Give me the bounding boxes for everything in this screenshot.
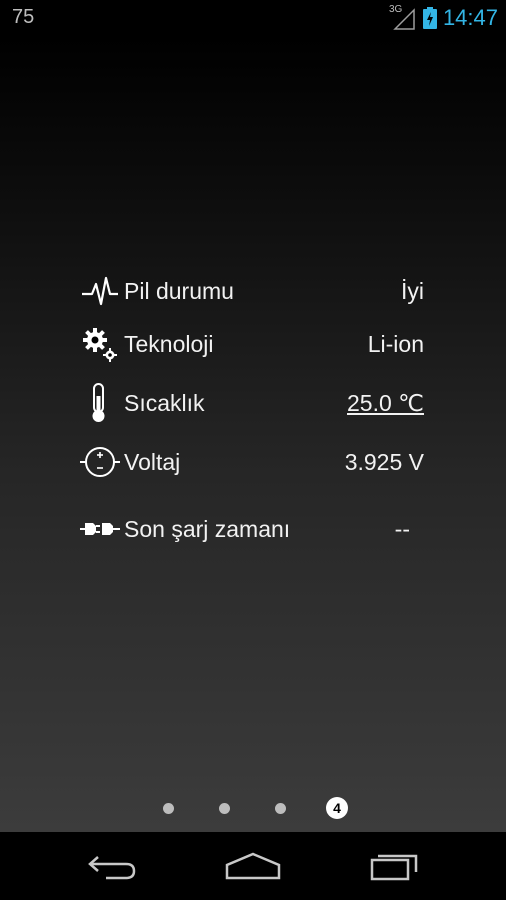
last-charge-value: -- <box>394 515 410 542</box>
voltage-value: 3.925 V <box>344 448 424 475</box>
page-dot-1[interactable] <box>163 803 174 814</box>
battery-health-value: İyi <box>401 277 424 304</box>
plug-icon <box>80 509 124 549</box>
gears-icon <box>80 324 124 364</box>
temperature-value[interactable]: 25.0 ℃ <box>347 390 424 417</box>
back-button[interactable] <box>82 850 142 882</box>
navigation-bar <box>0 832 506 900</box>
voltage-label: Voltaj <box>124 448 181 475</box>
page-dot-3[interactable] <box>275 803 286 814</box>
recents-button[interactable] <box>364 850 424 882</box>
heartbeat-icon <box>80 271 124 311</box>
battery-health-label: Pil durumu <box>124 277 234 304</box>
row-technology: Teknoloji Li-ion <box>80 324 424 364</box>
recents-icon <box>370 854 418 881</box>
battery-charging-icon <box>422 7 437 29</box>
home-button[interactable] <box>223 850 283 882</box>
signal-icon: 3G <box>389 4 417 30</box>
last-charge-label: Son şarj zamanı <box>124 515 291 542</box>
status-bar: 75 3G 14:47 <box>0 0 506 36</box>
home-icon <box>225 852 281 880</box>
row-voltage: Voltaj 3.925 V <box>80 442 424 482</box>
back-icon <box>88 856 136 880</box>
status-right: 3G 14:47 <box>389 4 498 32</box>
technology-label: Teknoloji <box>124 330 214 357</box>
voltage-icon <box>80 442 124 482</box>
temperature-label: Sıcaklık <box>124 389 205 416</box>
page-indicator: 4 <box>0 792 506 822</box>
page-dot-2[interactable] <box>219 803 230 814</box>
row-battery-health: Pil durumu İyi <box>80 271 424 311</box>
row-temperature: Sıcaklık 25.0 ℃ <box>80 383 424 423</box>
status-left-text: 75 <box>12 6 35 28</box>
page-dot-active[interactable]: 4 <box>326 797 348 819</box>
battery-info-panel: Pil durumu İyi Teknoloji Li-ion Sıcaklık… <box>0 36 506 832</box>
clock: 14:47 <box>442 5 498 30</box>
technology-value: Li-ion <box>367 330 424 357</box>
thermometer-icon <box>80 383 124 423</box>
row-last-charge: Son şarj zamanı -- <box>80 509 424 549</box>
